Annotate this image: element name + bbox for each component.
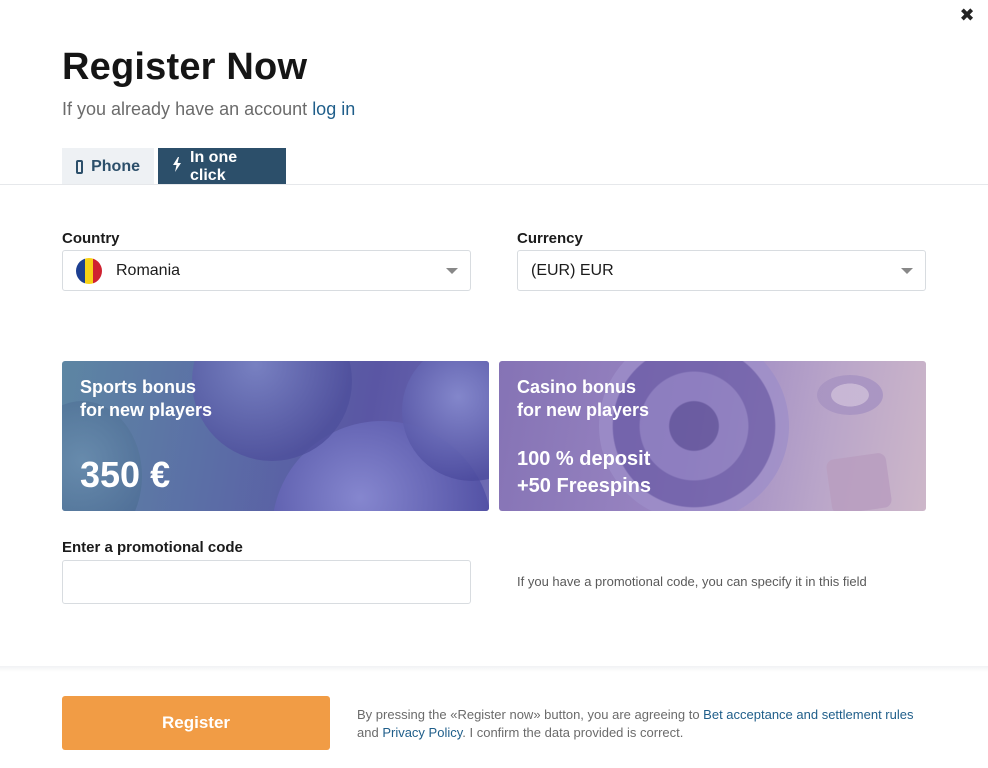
phone-icon — [76, 159, 84, 174]
page-title: Register Now — [62, 46, 308, 88]
casino-chip-decoration — [817, 375, 883, 415]
register-button[interactable]: Register — [62, 696, 330, 750]
tabs-divider — [0, 184, 988, 185]
tab-phone-label: Phone — [91, 157, 140, 175]
lightning-icon — [172, 157, 182, 176]
terms-text: By pressing the «Register now» button, y… — [357, 706, 927, 742]
close-icon[interactable]: ✖ — [958, 6, 976, 24]
chevron-down-icon — [446, 268, 458, 274]
currency-value: (EUR) EUR — [531, 261, 614, 279]
casino-bonus-offer: 100 % deposit +50 Freespins — [517, 446, 651, 500]
country-value: Romania — [116, 261, 181, 279]
sports-bonus-title: Sports bonus for new players — [80, 376, 212, 422]
casino-bonus-line1: Casino bonus — [517, 377, 637, 397]
casino-bonus-title: Casino bonus for new players — [517, 376, 649, 422]
tab-one-click[interactable]: In one click — [158, 148, 286, 185]
registration-tabs: Phone In one click — [62, 148, 286, 185]
dice-decoration — [825, 452, 893, 511]
casino-bonus-card[interactable]: Casino bonus for new players 100 % depos… — [499, 361, 926, 511]
tab-one-click-label: In one click — [190, 148, 238, 184]
sports-bonus-card[interactable]: Sports bonus for new players 350 € — [62, 361, 489, 511]
privacy-policy-link[interactable]: Privacy Policy — [382, 725, 462, 740]
terms-prefix: By pressing the «Register now» button, y… — [357, 707, 704, 722]
login-prompt-text: If you already have an account — [62, 99, 308, 119]
casino-bonus-line2: for new players — [517, 400, 650, 420]
terms-and: and — [357, 725, 383, 740]
footer-divider — [0, 666, 988, 672]
promo-code-input[interactable] — [62, 560, 471, 604]
currency-label: Currency — [517, 230, 583, 247]
country-label: Country — [62, 230, 120, 247]
romania-flag-icon — [76, 257, 102, 284]
sports-bonus-line2: for new players — [80, 400, 213, 420]
currency-select[interactable]: (EUR) EUR — [517, 250, 926, 291]
sports-bonus-line1: Sports bonus — [80, 377, 196, 397]
terms-suffix: . I confirm the data provided is correct… — [462, 725, 684, 740]
promo-code-hint: If you have a promotional code, you can … — [517, 574, 867, 589]
promo-code-label: Enter a promotional code — [62, 539, 243, 556]
sports-bonus-amount: 350 € — [80, 454, 171, 495]
casino-bonus-freespins: +50 Freespins — [517, 475, 651, 497]
registration-modal: ✖ Register Now If you already have an ac… — [0, 0, 988, 768]
login-prompt: If you already have an account log in — [62, 99, 355, 120]
casino-bonus-deposit: 100 % deposit — [517, 448, 651, 470]
chevron-down-icon — [901, 268, 913, 274]
login-link[interactable]: log in — [312, 99, 355, 119]
country-select[interactable]: Romania — [62, 250, 471, 291]
bet-rules-link[interactable]: Bet acceptance and settlement rules — [703, 707, 913, 722]
tab-phone[interactable]: Phone — [62, 148, 154, 185]
